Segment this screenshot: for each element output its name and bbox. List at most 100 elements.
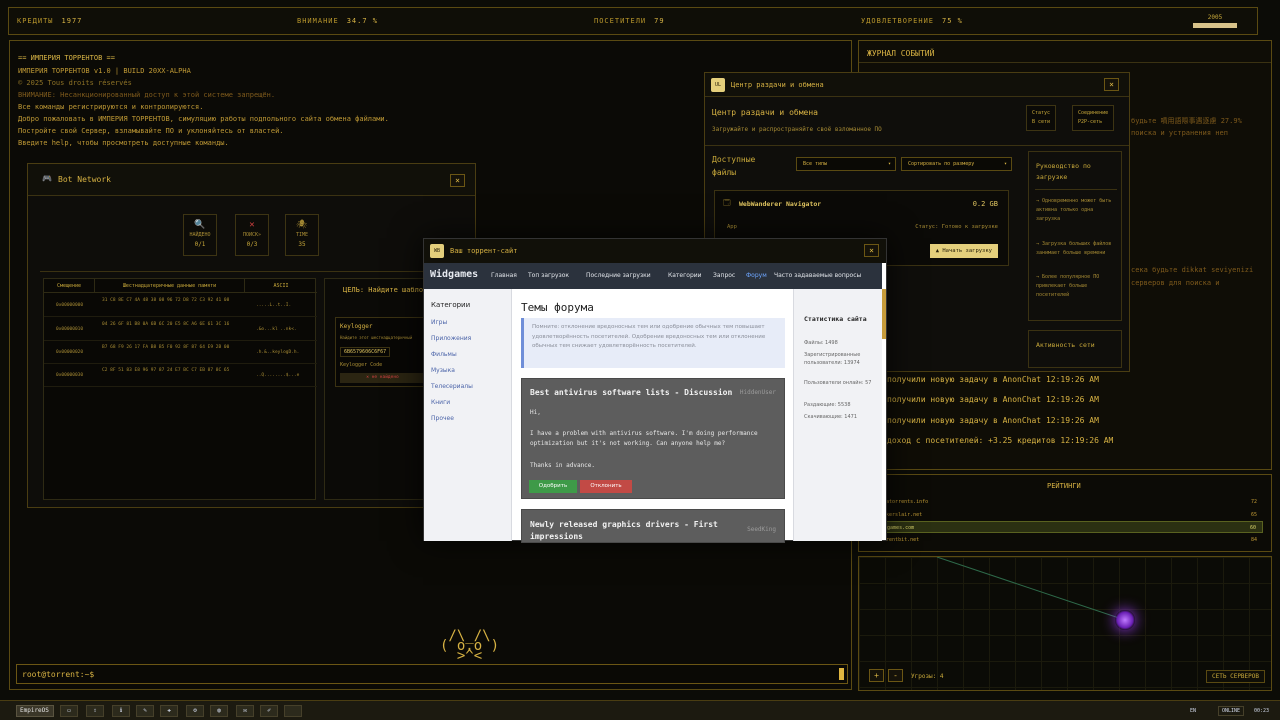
category-link[interactable]: Телесериалы bbox=[431, 383, 473, 390]
upload-icon[interactable]: ⇪ bbox=[86, 705, 104, 717]
activity-panel: Активность сети bbox=[1028, 330, 1122, 368]
guide-panel: Руководство по загрузке → Одновременно м… bbox=[1028, 151, 1122, 321]
stat-time: 🕷 TIME 35 bbox=[285, 214, 319, 256]
blank-app-icon[interactable] bbox=[284, 705, 302, 717]
category-link[interactable]: Прочее bbox=[431, 415, 454, 422]
type-filter-select[interactable]: Все типы ▾ bbox=[796, 157, 896, 171]
divider bbox=[1035, 189, 1117, 190]
post-body: I have a problem with antivirus software… bbox=[530, 430, 758, 437]
close-button[interactable]: × bbox=[864, 244, 879, 257]
guide-item: → Одновременно может быть активна только… bbox=[1036, 198, 1112, 222]
rating-row[interactable]: hackerslair.net 65 bbox=[859, 509, 1263, 521]
nav-faq[interactable]: Часто задаваемые вопросы bbox=[774, 272, 861, 279]
server-node-icon[interactable] bbox=[1115, 610, 1135, 630]
cursor-icon bbox=[839, 668, 844, 680]
ratings-panel: РЕЙТИНГИ piratorrents.info 72 hackerslair… bbox=[858, 474, 1272, 552]
table-row[interactable]: 0x00000030 C2 8F 51 83 E8 96 97 87 24 E7 … bbox=[44, 365, 317, 387]
category-link[interactable]: Музыка bbox=[431, 367, 455, 374]
year-label: 2005 bbox=[1207, 14, 1223, 21]
visitors-stat: ПОСЕТИТЕЛИ 79 bbox=[594, 17, 665, 25]
category-link[interactable]: Приложения bbox=[431, 335, 471, 342]
table-header: ASCII bbox=[244, 279, 317, 293]
memory-table: Смещение Шестнадцатеричные данные памяти… bbox=[43, 278, 317, 500]
guide-title: Руководство по загрузке bbox=[1036, 162, 1091, 181]
target-card: Keylogger Найдите этот шестнадцатеричный… bbox=[335, 317, 430, 387]
file-status: Статус: Готово к загрузке bbox=[915, 224, 998, 230]
table-row[interactable]: 0x00000010 04 26 6F 81 B8 0A 6B 6C 20 E5 … bbox=[44, 319, 317, 341]
tools-icon[interactable]: ✎ bbox=[136, 705, 154, 717]
target-code: Keylogger Code bbox=[340, 362, 383, 368]
approve-button[interactable]: Одобрить bbox=[529, 480, 577, 493]
page-title: Темы форума bbox=[521, 301, 594, 314]
log-text: будьте 噴用語際事遇逐慮 27.9% bbox=[1131, 117, 1242, 125]
window-title: Ваш торрент-сайт bbox=[450, 247, 518, 255]
rating-row[interactable]: piratorrents.info 72 bbox=[859, 496, 1263, 508]
credits-stat: КРЕДИТЫ 1977 bbox=[17, 17, 83, 25]
cat-logo-icon: /\_/\( o.o ) >^< bbox=[440, 628, 500, 664]
server-network-button[interactable]: СЕТЬ СЕРВЕРОВ bbox=[1206, 670, 1265, 683]
app-icon: 🗔 bbox=[723, 199, 731, 207]
available-files-label: Доступные файлы bbox=[712, 155, 756, 177]
chevron-down-icon: ▾ bbox=[1003, 161, 1007, 167]
nav-categories[interactable]: Категории bbox=[668, 272, 702, 279]
table-header: Смещение bbox=[44, 279, 94, 293]
nav-request[interactable]: Запрос bbox=[713, 272, 735, 279]
post-title[interactable]: Best antivirus software lists - Discussi… bbox=[530, 388, 732, 397]
close-button[interactable]: × bbox=[1104, 78, 1119, 91]
window-header: UL Центр раздачи и обмена × bbox=[705, 73, 1129, 97]
file-type: App bbox=[727, 224, 737, 230]
terminal-line: Все команды регистрируются и контролирую… bbox=[18, 103, 204, 111]
chevron-down-icon: ▾ bbox=[887, 161, 891, 167]
close-button[interactable]: × bbox=[450, 174, 465, 187]
subtitle: Загружайте и распространяйте своё взлома… bbox=[712, 126, 882, 133]
nav-home[interactable]: Главная bbox=[491, 272, 517, 279]
globe-icon[interactable]: ◍ bbox=[210, 705, 228, 717]
zoom-out-button[interactable]: - bbox=[888, 669, 903, 682]
connection-badge: Соединение P2P-сеть bbox=[1072, 105, 1115, 131]
zoom-in-button[interactable]: + bbox=[869, 669, 884, 682]
reject-button[interactable]: Отклонить bbox=[580, 480, 632, 493]
start-upload-button[interactable]: ▲ Начать загрузку bbox=[929, 244, 998, 258]
server-network-map[interactable]: + - Угрозы: 4 СЕТЬ СЕРВЕРОВ bbox=[858, 556, 1272, 691]
scrollbar[interactable] bbox=[882, 289, 886, 339]
guide-item: → Загрузка больших файлов занимает больш… bbox=[1036, 241, 1112, 256]
bot-network-window[interactable]: 🎮 Bot Network × 🔍 НАЙДЕНО 0/1 ✕ ПОИСК» 0/3 🕷… bbox=[27, 163, 476, 508]
terminal-input[interactable]: root@torrent:~$ bbox=[16, 664, 848, 684]
nav-latest[interactable]: Последние загрузки bbox=[586, 272, 651, 279]
site-brand[interactable]: Widgames bbox=[430, 269, 478, 280]
log-entry: получили новую задачу в AnonChat 12:19:2… bbox=[887, 375, 1099, 384]
table-header: Шестнадцатеричные данные памяти bbox=[94, 279, 244, 293]
nav-top[interactable]: Топ загрузок bbox=[528, 272, 569, 279]
terminal-icon[interactable]: ▭ bbox=[60, 705, 78, 717]
stat-found: 🔍 НАЙДЕНО 0/1 bbox=[183, 214, 217, 256]
category-link[interactable]: Фильмы bbox=[431, 351, 457, 358]
rating-row[interactable]: torrentbit.net 84 bbox=[859, 534, 1263, 546]
stat-leechers: Скачивающие: 1471 bbox=[804, 414, 858, 420]
language-indicator[interactable]: EN bbox=[1190, 708, 1196, 714]
forum-post: Newly released graphics drivers - First … bbox=[521, 509, 785, 543]
pen-icon[interactable]: ✐ bbox=[260, 705, 278, 717]
rating-row-selected[interactable]: widgames.com 60 bbox=[859, 521, 1263, 533]
terminal-line: ВНИМАНИЕ: Несанкционированный доступ к э… bbox=[18, 91, 276, 99]
search-icon: 🔍 bbox=[194, 220, 206, 230]
gear-icon[interactable]: ⚙ bbox=[186, 705, 204, 717]
sort-select[interactable]: Сортировать по размеру ▾ bbox=[901, 157, 1012, 171]
notice-box: Помните: отклонение вредоносных тем или … bbox=[521, 318, 785, 368]
antivirus-icon[interactable]: ✚ bbox=[160, 705, 178, 717]
gamepad-icon: 🎮 bbox=[42, 174, 52, 183]
notice-text: Помните: отклонение вредоносных тем или … bbox=[532, 324, 766, 349]
torrent-site-window[interactable]: WB Ваш торрент-сайт × Widgames Главная Т… bbox=[423, 238, 887, 543]
window-title: Bot Network bbox=[58, 175, 111, 184]
file-name: WebWanderer Navigator bbox=[739, 200, 822, 208]
post-title[interactable]: Newly released graphics drivers - First … bbox=[530, 519, 730, 543]
start-button[interactable]: EmpireOS bbox=[16, 705, 54, 717]
terminal-line: ИМПЕРИЯ ТОРРЕНТОВ v1.0 | BUILD 20XX-ALPH… bbox=[18, 67, 191, 75]
nav-forum[interactable]: Форум bbox=[746, 272, 767, 279]
table-row[interactable]: 0x00000020 B7 68 F9 26 17 FA B8 B5 F0 92 … bbox=[44, 342, 317, 364]
chat-icon[interactable]: ✉ bbox=[236, 705, 254, 717]
info-icon[interactable]: ℹ bbox=[112, 705, 130, 717]
table-row[interactable]: 0x00000000 31 C8 8E C7 4A 48 38 08 96 72 … bbox=[44, 295, 317, 317]
status-bar: КРЕДИТЫ 1977 ВНИМАНИЕ 34.7 % ПОСЕТИТЕЛИ 79 … bbox=[8, 7, 1258, 35]
category-link[interactable]: Книги bbox=[431, 399, 450, 406]
category-link[interactable]: Игры bbox=[431, 319, 447, 326]
